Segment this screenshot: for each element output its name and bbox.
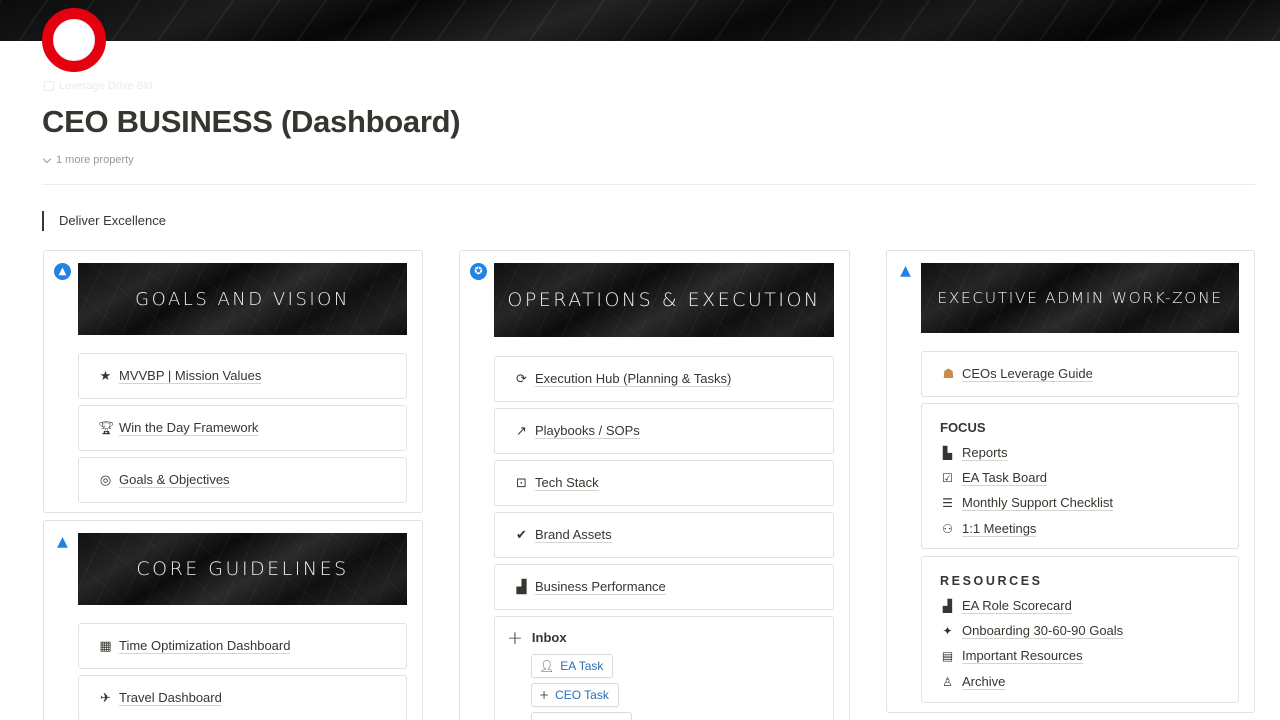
- link-label: CEOs Leverage Guide: [962, 366, 1093, 382]
- link-win-the-day[interactable]: 🏆︎ Win the Day Framework: [78, 405, 407, 451]
- resource-item-onboarding[interactable]: ✦ Onboarding 30-60-90 Goals: [940, 618, 1220, 643]
- link-label: Time Optimization Dashboard: [119, 638, 291, 654]
- chevron-down-icon: [42, 154, 52, 163]
- resources-heading: RESOURCES: [940, 574, 1043, 588]
- list-item-label: EA Role Scorecard: [962, 597, 1072, 614]
- inbox-card: + Inbox 👤︎ EA Task + CEO Task +: [494, 616, 834, 720]
- list-item-label: Important Resources: [962, 648, 1083, 665]
- operations-banner-title: OPERATIONS & EXECUTION: [507, 289, 821, 311]
- ceo-task-label: CEO Task: [555, 688, 609, 702]
- archive-box-icon: ▤: [941, 649, 954, 664]
- stacked-pyramid-icon: ▲: [57, 534, 68, 550]
- admin-banner-title: EXECUTIVE ADMIN WORK-ZONE: [937, 289, 1223, 307]
- link-label: Brand Assets: [535, 527, 612, 543]
- robot-icon: ⊡: [516, 475, 527, 491]
- focus-heading: FOCUS: [940, 420, 986, 435]
- link-label: Travel Dashboard: [119, 690, 222, 706]
- person-icon: ☗: [942, 366, 955, 382]
- focus-item-reports[interactable]: ▙ Reports: [940, 440, 1220, 465]
- admin-banner[interactable]: EXECUTIVE ADMIN WORK-ZONE: [921, 263, 1239, 333]
- pyramid-icon: ▲: [54, 263, 71, 280]
- focus-item-monthly-checklist[interactable]: ☰ Monthly Support Checklist: [940, 491, 1220, 516]
- playbook-icon: ↗: [516, 423, 527, 439]
- ea-task-button[interactable]: 👤︎ EA Task: [531, 654, 614, 678]
- ea-task-label: EA Task: [560, 659, 604, 673]
- link-label: Execution Hub (Planning & Tasks): [535, 371, 732, 387]
- resources-card: RESOURCES ▟ EA Role Scorecard ✦ Onboardi…: [921, 556, 1239, 703]
- goals-banner-title: GOALS AND VISION: [135, 288, 350, 310]
- meeting-icon: ⚇: [942, 521, 953, 536]
- link-brand-assets[interactable]: ✔ Brand Assets: [494, 512, 834, 558]
- document-icon: ▙: [942, 445, 953, 460]
- checkbox-icon: ☑: [942, 470, 953, 485]
- execution-icon: ⟳: [516, 371, 527, 387]
- plus-icon: +: [539, 688, 550, 702]
- link-label: Tech Stack: [535, 475, 599, 491]
- star-icon: ★: [99, 368, 112, 384]
- goals-banner[interactable]: GOALS AND VISION: [78, 263, 407, 335]
- link-label: Playbooks / SOPs: [535, 423, 640, 439]
- operations-banner[interactable]: OPERATIONS & EXECUTION: [494, 263, 834, 337]
- resource-item-archive[interactable]: ♙ Archive: [940, 669, 1220, 694]
- link-travel-dashboard[interactable]: ✈ Travel Dashboard: [78, 675, 407, 720]
- plus-icon: +: [507, 626, 523, 649]
- resource-item-important[interactable]: ▤ Important Resources: [940, 644, 1220, 669]
- link-business-performance[interactable]: ▟ Business Performance: [494, 564, 834, 610]
- verified-badge-icon: ✔: [516, 527, 527, 543]
- calendar-icon: ▦: [99, 638, 112, 654]
- quote-block[interactable]: Deliver Excellence: [42, 211, 166, 231]
- checklist-icon: ☰: [942, 496, 953, 511]
- link-label: Win the Day Framework: [119, 420, 259, 436]
- medal-icon: ✪: [470, 263, 487, 280]
- link-ceos-leverage-guide[interactable]: ☗ CEOs Leverage Guide: [921, 351, 1239, 397]
- resource-item-scorecard[interactable]: ▟ EA Role Scorecard: [940, 593, 1220, 618]
- inbox-more-button[interactable]: +: [531, 712, 632, 720]
- chart-icon: ▟: [516, 579, 527, 595]
- link-goals-objectives[interactable]: ◎ Goals & Objectives: [78, 457, 407, 503]
- page-icon[interactable]: [42, 8, 106, 72]
- link-label: Goals & Objectives: [119, 472, 230, 488]
- list-item-label: Monthly Support Checklist: [962, 495, 1114, 512]
- add-person-icon: 👤︎: [539, 659, 555, 673]
- link-execution-hub[interactable]: ⟳ Execution Hub (Planning & Tasks): [494, 356, 834, 402]
- page-link-icon: [44, 81, 54, 91]
- walking-person-icon: ♙: [942, 674, 953, 689]
- focus-item-meetings[interactable]: ⚇ 1:1 Meetings: [940, 516, 1220, 541]
- trophy-icon: 🏆︎: [98, 420, 115, 436]
- link-tech-stack[interactable]: ⊡ Tech Stack: [494, 460, 834, 506]
- sparkle-icon: ✦: [942, 623, 953, 638]
- focus-card: FOCUS ▙ Reports ☑ EA Task Board ☰ Monthl…: [921, 403, 1239, 549]
- link-label: Business Performance: [535, 579, 666, 595]
- divider: [42, 184, 1255, 185]
- target-icon: ◎: [99, 472, 112, 488]
- bar-chart-icon: ▟: [942, 598, 953, 613]
- link-mvvbp[interactable]: ★ MVVBP | Mission Values: [78, 353, 407, 399]
- list-item-label: Reports: [962, 444, 1008, 461]
- link-time-optimization[interactable]: ▦ Time Optimization Dashboard: [78, 623, 407, 669]
- core-guidelines-banner-title: CORE GUIDELINES: [136, 558, 349, 580]
- inbox-header[interactable]: + Inbox: [507, 626, 567, 649]
- more-property-label: 1 more property: [56, 154, 134, 166]
- airplane-icon: ✈: [100, 690, 111, 706]
- inbox-title: Inbox: [531, 630, 567, 645]
- core-guidelines-banner[interactable]: CORE GUIDELINES: [78, 533, 407, 605]
- breadcrumb-label: Leverage Drive Bld: [59, 80, 153, 92]
- list-item-label: EA Task Board: [962, 469, 1048, 486]
- ceo-task-button[interactable]: + CEO Task: [531, 683, 619, 707]
- person-stack-icon: ▲: [900, 263, 911, 279]
- list-item-label: 1:1 Meetings: [962, 520, 1037, 537]
- link-playbooks-sops[interactable]: ↗ Playbooks / SOPs: [494, 408, 834, 454]
- focus-item-ea-task-board[interactable]: ☑ EA Task Board: [940, 465, 1220, 490]
- cover-image: [0, 0, 1280, 41]
- link-label: MVVBP | Mission Values: [119, 368, 262, 384]
- breadcrumb[interactable]: Leverage Drive Bld: [44, 80, 153, 92]
- page-title[interactable]: CEO BUSINESS (Dashboard): [42, 104, 461, 140]
- list-item-label: Onboarding 30-60-90 Goals: [962, 622, 1124, 639]
- more-property-toggle[interactable]: 1 more property: [42, 154, 134, 166]
- list-item-label: Archive: [962, 673, 1006, 690]
